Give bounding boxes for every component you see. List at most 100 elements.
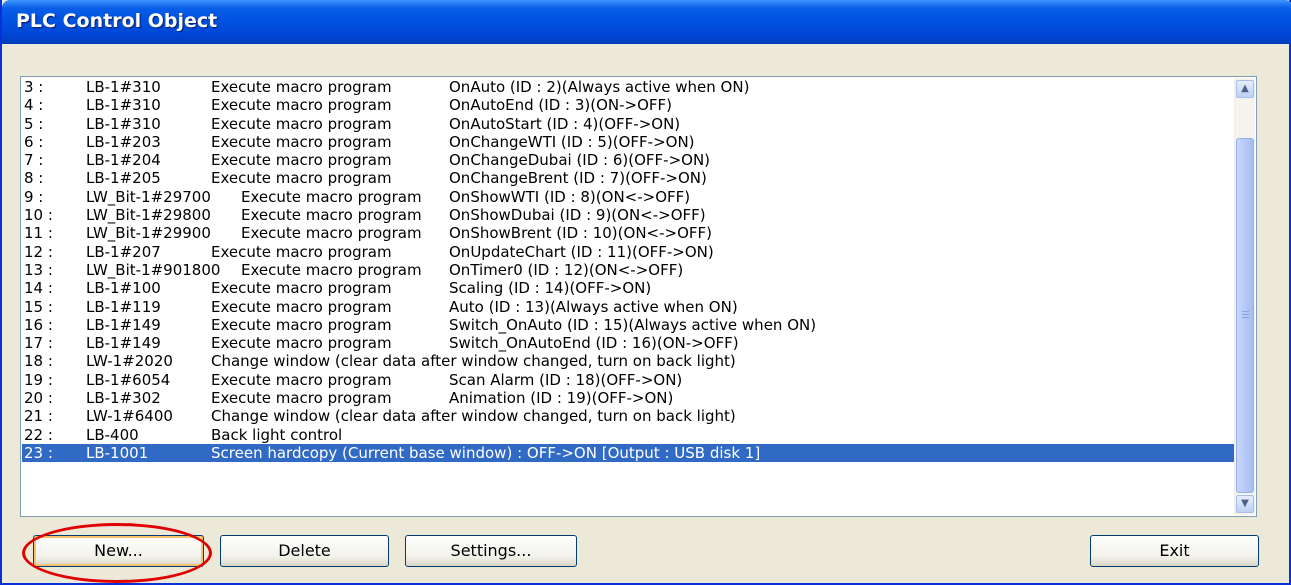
- row-detail: OnChangeDubai (ID : 6)(OFF->ON): [449, 151, 711, 170]
- row-action: Execute macro program: [211, 114, 392, 133]
- list-item[interactable]: 5 : LB-1#310 Execute macro program OnAutoSt…: [22, 115, 1237, 133]
- row-action: Execute macro program: [241, 187, 422, 206]
- grip-line: [1242, 317, 1249, 318]
- row-action: Execute macro program: [211, 334, 392, 353]
- list-item[interactable]: 13 : LW_Bit-1#901800 Execute macro program…: [22, 261, 1237, 279]
- row-address: LB-1001: [86, 443, 149, 462]
- row-detail: OnChangeWTI (ID : 5)(OFF->ON): [449, 132, 695, 151]
- row-detail: OnShowWTI (ID : 8)(ON<->OFF): [449, 187, 691, 206]
- row-number: 12 :: [24, 242, 53, 261]
- row-number: 18 :: [24, 352, 53, 371]
- list-rows: 3 : LB-1#310 Execute macro program OnAuto (…: [22, 78, 1237, 515]
- new-button[interactable]: New...: [33, 535, 204, 567]
- list-item[interactable]: 20 : LB-1#302 Execute macro program Animati…: [22, 389, 1237, 407]
- list-item[interactable]: 3 : LB-1#310 Execute macro program OnAuto (…: [22, 78, 1237, 96]
- row-detail: Auto (ID : 13)(Always active when ON): [449, 297, 738, 316]
- row-number: 14 :: [24, 279, 53, 298]
- row-address: LB-1#149: [86, 315, 161, 334]
- plc-control-object-window: PLC Control Object 3 : LB-1#310 Execute ma…: [0, 0, 1291, 585]
- row-address: LB-1#310: [86, 78, 161, 96]
- row-action: Execute macro program: [211, 132, 392, 151]
- row-address: LB-1#100: [86, 279, 161, 298]
- row-address: LB-1#203: [86, 132, 161, 151]
- row-address: LB-1#310: [86, 96, 161, 115]
- row-number: 22 :: [24, 425, 53, 444]
- row-number: 4 :: [24, 96, 44, 115]
- list-item[interactable]: 17 : LB-1#149 Execute macro program Switch_…: [22, 334, 1237, 352]
- row-address: LB-1#302: [86, 389, 161, 408]
- scroll-up-icon[interactable]: ▲: [1236, 80, 1254, 98]
- list-item[interactable]: 7 : LB-1#204 Execute macro program OnChange…: [22, 151, 1237, 169]
- list-item[interactable]: 10 : LW_Bit-1#29800 Execute macro program O…: [22, 206, 1237, 224]
- row-action: Execute macro program: [211, 169, 392, 188]
- row-address: LW_Bit-1#29900: [86, 224, 211, 243]
- row-action: Execute macro program: [241, 224, 422, 243]
- row-detail: OnAutoEnd (ID : 3)(ON->OFF): [449, 96, 673, 115]
- window-title: PLC Control Object: [16, 10, 218, 32]
- row-number: 23 :: [24, 443, 53, 462]
- row-number: 11 :: [24, 224, 53, 243]
- row-action: Execute macro program: [211, 315, 392, 334]
- row-detail: OnAutoStart (ID : 4)(OFF->ON): [449, 114, 681, 133]
- row-action: Execute macro program: [241, 206, 422, 225]
- list-item[interactable]: 12 : LB-1#207 Execute macro program OnUpdat…: [22, 243, 1237, 261]
- row-number: 17 :: [24, 334, 53, 353]
- title-bar[interactable]: PLC Control Object: [2, 0, 1291, 44]
- list-item[interactable]: 9 : LW_Bit-1#29700 Execute macro program On…: [22, 188, 1237, 206]
- list-item[interactable]: 16 : LB-1#149 Execute macro program Switch_…: [22, 316, 1237, 334]
- list-item[interactable]: 19 : LB-1#6054 Execute macro program Scan A…: [22, 371, 1237, 389]
- scrollbar-thumb[interactable]: [1236, 138, 1254, 493]
- list-item[interactable]: 18 : LW-1#2020 Change window (clear data a…: [22, 352, 1237, 370]
- row-detail: OnShowDubai (ID : 9)(ON<->OFF): [449, 206, 706, 225]
- row-detail: OnChangeBrent (ID : 7)(OFF->ON): [449, 169, 707, 188]
- row-number: 9 :: [24, 187, 44, 206]
- settings-button[interactable]: Settings...: [405, 535, 577, 567]
- row-number: 21 :: [24, 407, 53, 426]
- row-action: Execute macro program: [241, 260, 422, 279]
- row-detail: Animation (ID : 19)(OFF->ON): [449, 389, 674, 408]
- row-action: Execute macro program: [211, 242, 392, 261]
- plc-object-list[interactable]: 3 : LB-1#310 Execute macro program OnAuto (…: [20, 76, 1257, 517]
- list-item[interactable]: 11 : LW_Bit-1#29900 Execute macro program O…: [22, 224, 1237, 242]
- row-number: 16 :: [24, 315, 53, 334]
- list-item[interactable]: 15 : LB-1#119 Execute macro program Auto (I…: [22, 298, 1237, 316]
- row-action: Execute macro program: [211, 297, 392, 316]
- row-number: 3 :: [24, 78, 44, 96]
- row-number: 6 :: [24, 132, 44, 151]
- row-action: Screen hardcopy (Current base window) : …: [211, 443, 761, 462]
- scroll-down-icon[interactable]: ▼: [1236, 495, 1254, 513]
- vertical-scrollbar[interactable]: ▲ ▼: [1234, 78, 1255, 515]
- row-action: Execute macro program: [211, 96, 392, 115]
- row-action: Execute macro program: [211, 279, 392, 298]
- grip-line: [1242, 314, 1249, 315]
- list-item[interactable]: 4 : LB-1#310 Execute macro program OnAutoEn…: [22, 96, 1237, 114]
- row-address: LB-1#149: [86, 334, 161, 353]
- row-action: Execute macro program: [211, 151, 392, 170]
- list-item[interactable]: 23 : LB-1001 Screen hardcopy (Current base…: [22, 443, 1237, 463]
- row-detail: OnAuto (ID : 2)(Always active when ON): [449, 78, 750, 96]
- list-item[interactable]: 6 : LB-1#203 Execute macro program OnChange…: [22, 133, 1237, 151]
- row-number: 10 :: [24, 206, 53, 225]
- grip-line: [1242, 311, 1249, 312]
- row-action: Change window (clear data after window c…: [211, 407, 736, 426]
- exit-button[interactable]: Exit: [1090, 535, 1259, 567]
- row-detail: OnUpdateChart (ID : 11)(OFF->ON): [449, 242, 714, 261]
- row-address: LW-1#2020: [86, 352, 173, 371]
- row-address: LB-1#310: [86, 114, 161, 133]
- row-action: Execute macro program: [211, 370, 392, 389]
- list-item[interactable]: 14 : LB-1#100 Execute macro program Scaling…: [22, 279, 1237, 297]
- row-action: Execute macro program: [211, 389, 392, 408]
- row-address: LB-1#6054: [86, 370, 171, 389]
- row-number: 13 :: [24, 260, 53, 279]
- row-detail: Scaling (ID : 14)(OFF->ON): [449, 279, 652, 298]
- list-item[interactable]: 8 : LB-1#205 Execute macro program OnChange…: [22, 169, 1237, 187]
- row-action: Back light control: [211, 425, 343, 444]
- row-number: 15 :: [24, 297, 53, 316]
- list-item[interactable]: 21 : LW-1#6400 Change window (clear data a…: [22, 407, 1237, 425]
- row-address: LW_Bit-1#901800: [86, 260, 221, 279]
- list-item[interactable]: 22 : LB-400 Back light control: [22, 426, 1237, 444]
- delete-button[interactable]: Delete: [220, 535, 389, 567]
- row-address: LW_Bit-1#29800: [86, 206, 211, 225]
- row-number: 19 :: [24, 370, 53, 389]
- row-action: Change window (clear data after window c…: [211, 352, 736, 371]
